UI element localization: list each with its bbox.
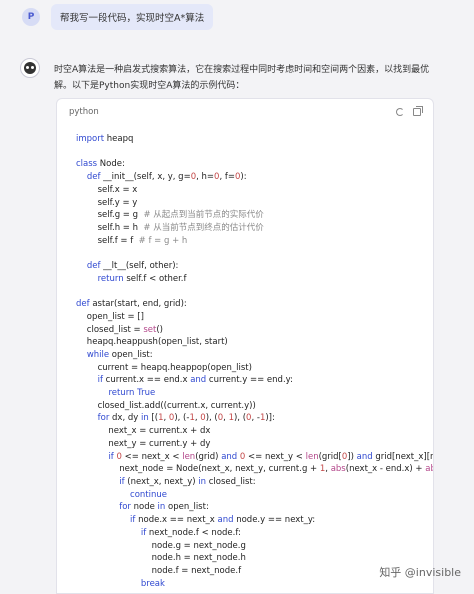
assistant-avatar <box>20 58 40 78</box>
code-line: current = heapq.heappop(open_list) <box>76 362 252 373</box>
code-line: if current.x == end.x and current.y == e… <box>97 375 293 386</box>
code-line: self.y = y <box>76 197 138 208</box>
code-line: open_list = [] <box>76 311 144 322</box>
code-line: if 0 <= next_x < len(grid) and 0 <= next… <box>108 451 433 462</box>
code-line: self.f = f # f = g + h <box>76 235 188 246</box>
code-line: if (next_x, next_y) in closed_list: <box>119 476 256 487</box>
code-line: node.h = next_node.h <box>76 553 246 564</box>
code-line: while open_list: <box>86 349 153 360</box>
code-line: next_x = current.x + dx <box>76 426 211 437</box>
code-line: if node.x == next_x and node.y == next_y… <box>130 515 316 526</box>
code-content: import heapq class Node: def __init__(se… <box>76 133 433 590</box>
code-line: next_node = Node(next_x, next_y, current… <box>76 464 433 475</box>
code-line: class Node: <box>76 159 125 170</box>
code-line: closed_list = set() <box>76 324 163 335</box>
refresh-icon[interactable] <box>396 108 404 116</box>
code-line: self.h = h # 从当前节点到终点的估计代价 <box>76 222 264 233</box>
code-line: def astar(start, end, grid): <box>76 299 187 310</box>
watermark: 知乎 @invisible <box>379 566 461 579</box>
code-line: def __lt__(self, other): <box>86 261 179 272</box>
code-line: closed_list.add((current.x, current.y)) <box>76 400 256 411</box>
user-message-bubble: 帮我写一段代码，实现时空A*算法 <box>51 4 214 30</box>
copy-icon[interactable] <box>413 106 423 116</box>
code-line: def __init__(self, x, y, g=0, h=0, f=0): <box>86 172 247 183</box>
robot-face-icon <box>24 62 36 74</box>
code-line: import heapq <box>76 134 134 144</box>
code-line: for dx, dy in [(1, 0), (-1, 0), (0, 1), … <box>97 413 275 424</box>
code-line: for node in open_list: <box>119 502 209 513</box>
code-language-label: python <box>69 107 99 117</box>
code-block: python import heapq class Node: def __in… <box>56 98 434 594</box>
code-line: return True <box>108 388 156 399</box>
user-message-row: P 帮我写一段代码，实现时空A*算法 <box>22 4 214 30</box>
code-line: continue <box>130 489 168 500</box>
code-line: if next_node.f < node.f: <box>140 527 241 538</box>
code-line: heapq.heappush(open_list, start) <box>76 337 228 348</box>
code-line: node.g = next_node.g <box>76 540 246 551</box>
code-line: return self.f < other.f <box>97 273 187 284</box>
user-avatar: P <box>22 8 40 26</box>
assistant-intro-text: 时空A算法是一种启发式搜索算法，它在搜索过程中同时考虑时间和空间两个因素，以找到… <box>54 65 430 91</box>
code-line: next_y = current.y + dy <box>76 438 211 449</box>
code-block-header: python <box>57 99 433 125</box>
code-line: self.g = g # 从起点到当前节点的实际代价 <box>76 210 264 221</box>
code-line: self.x = x <box>76 184 138 195</box>
